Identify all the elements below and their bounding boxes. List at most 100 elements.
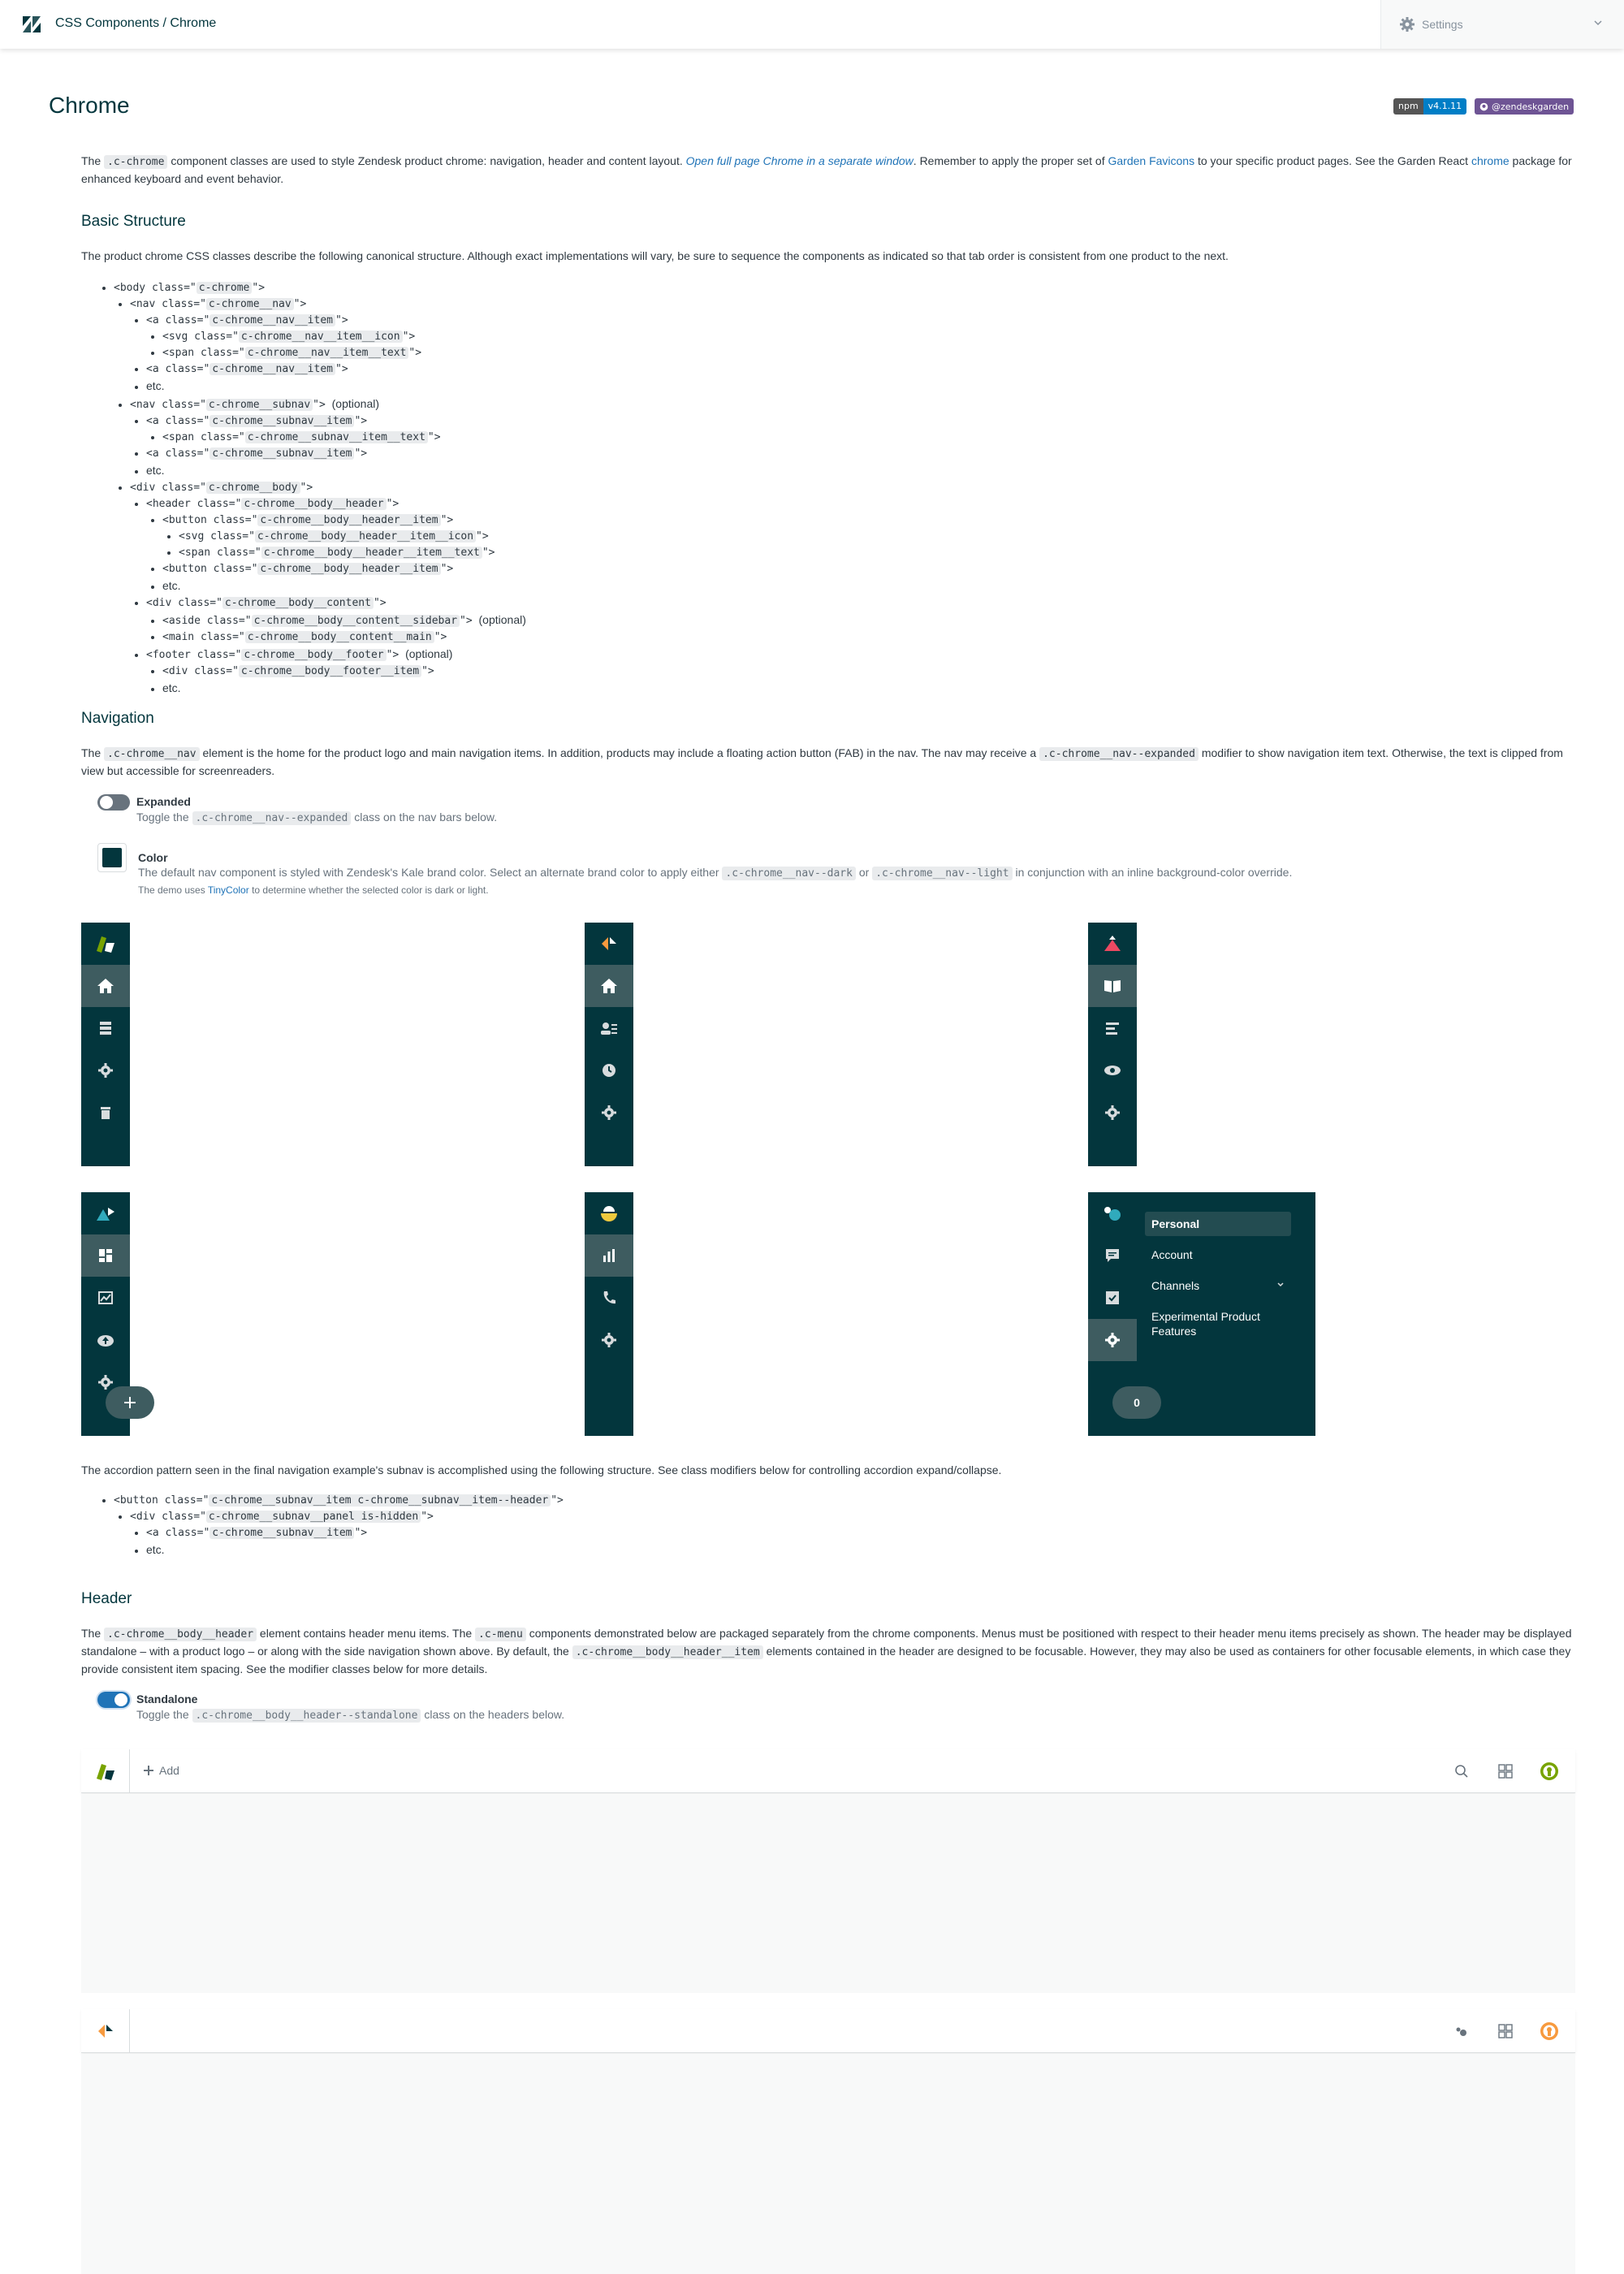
- tree-code: c-chrome__body__header__item__icon: [254, 530, 477, 543]
- nav-item-dashboard[interactable]: [81, 1234, 130, 1277]
- intro-text: The: [81, 154, 105, 167]
- nav-item-admin[interactable]: [1088, 1319, 1137, 1361]
- fab-count-button[interactable]: 0: [1112, 1386, 1161, 1419]
- nav-item-stats[interactable]: [585, 1234, 633, 1277]
- expanded-toggle[interactable]: [97, 794, 130, 811]
- hint-text: or: [855, 866, 873, 879]
- header-search-button[interactable]: [1452, 1762, 1471, 1781]
- header-product-logo[interactable]: [81, 1749, 130, 1793]
- nav-item-admin[interactable]: [1088, 1092, 1137, 1134]
- tree-item: <svg class="c-chrome__body__header__item…: [179, 529, 526, 545]
- tree-item: <nav class="c-chrome__nav"> <a class="c-…: [130, 296, 526, 396]
- nav-item-knowledge[interactable]: [1088, 965, 1137, 1007]
- nav-item-upload[interactable]: [81, 1319, 130, 1361]
- npm-badge[interactable]: npm v4.1.11: [1393, 98, 1467, 115]
- subnav-item-channels[interactable]: Channels: [1145, 1273, 1291, 1298]
- trash-icon: [101, 1107, 110, 1119]
- header-user-avatar[interactable]: [1540, 2021, 1559, 2041]
- header-add-button[interactable]: Add: [143, 1764, 179, 1777]
- nav-item-arrange[interactable]: [1088, 1007, 1137, 1049]
- nav-item-home[interactable]: [81, 965, 130, 1007]
- nav-item-trash[interactable]: [81, 1092, 130, 1134]
- nav-product-logo[interactable]: [81, 923, 130, 965]
- standalone-toggle[interactable]: [97, 1692, 130, 1708]
- tree-item: <button class="c-chrome__body__header__i…: [162, 561, 526, 577]
- gear-icon: [1400, 17, 1415, 32]
- hint-code: .c-chrome__body__header--standalone: [192, 1709, 421, 1723]
- gear-icon: [98, 1375, 113, 1390]
- tree-item: <a class="c-chrome__nav__item">: [146, 361, 526, 378]
- header-demo-body-1: [81, 1794, 1575, 1993]
- tree-code: c-chrome__body__content: [222, 597, 374, 609]
- nav-item-admin[interactable]: [585, 1319, 633, 1361]
- nav-product-logo[interactable]: [585, 923, 633, 965]
- settings-dropdown[interactable]: Settings: [1380, 0, 1624, 49]
- views-icon: [100, 1022, 111, 1035]
- nav-item-admin[interactable]: [81, 1049, 130, 1092]
- subnav-item-experimental[interactable]: Experimental Product Features: [1145, 1304, 1275, 1343]
- tree-code: c-chrome__nav__item__icon: [238, 331, 403, 343]
- clock-icon: [603, 1064, 615, 1077]
- header-status-button[interactable]: [1452, 2021, 1471, 2041]
- react-chrome-link[interactable]: chrome: [1471, 154, 1510, 167]
- full-page-link[interactable]: Open full page Chrome in a separate wind…: [686, 154, 914, 167]
- header-apps-button[interactable]: [1496, 1762, 1515, 1781]
- nav-item-reports[interactable]: [81, 1277, 130, 1319]
- hint-text: class on the nav bars below.: [351, 811, 498, 824]
- tree-item: <span class="c-chrome__body__header__ite…: [179, 545, 526, 561]
- header-user-avatar[interactable]: [1540, 1762, 1559, 1781]
- tree-code: c-chrome__nav__item: [209, 314, 335, 326]
- nav-item-messages[interactable]: [1088, 1234, 1137, 1277]
- nav-item-views[interactable]: [81, 1007, 130, 1049]
- github-badge[interactable]: @zendeskgarden: [1475, 98, 1574, 115]
- book-open-icon: [1104, 980, 1121, 992]
- subnav-item-channels-label: Channels: [1151, 1279, 1200, 1292]
- nav-item-calls[interactable]: [585, 1277, 633, 1319]
- tree-item: <main class="c-chrome__body__content__ma…: [162, 629, 526, 646]
- tree-code: c-chrome__body__footer: [241, 649, 387, 661]
- navigation-code: .c-chrome__nav: [104, 747, 200, 761]
- favicons-link[interactable]: Garden Favicons: [1108, 154, 1194, 167]
- tinycolor-link[interactable]: TinyColor: [208, 884, 249, 896]
- dashboard-icon: [99, 1249, 112, 1262]
- tree-item: <button class="c-chrome__body__header__i…: [162, 512, 526, 561]
- tree-etc: etc.: [146, 1543, 165, 1556]
- tree-item: etc.: [146, 378, 526, 396]
- nav-item-tasks[interactable]: [1088, 1277, 1137, 1319]
- nav-demo-talk: [585, 1192, 633, 1436]
- nav-item-home[interactable]: [585, 965, 633, 1007]
- guide-logo-icon: [1104, 936, 1121, 951]
- header-product-logo[interactable]: [81, 2009, 130, 2053]
- tree-code: c-chrome__body__footer__item: [238, 665, 422, 677]
- avatar-icon: [1540, 2022, 1558, 2040]
- nav-product-logo[interactable]: [585, 1192, 633, 1234]
- color-picker-swatch[interactable]: [97, 843, 127, 872]
- nav-item-history[interactable]: [585, 1049, 633, 1092]
- subnav-item-account[interactable]: Account: [1145, 1243, 1291, 1267]
- fab-add-button[interactable]: [106, 1386, 154, 1419]
- tree-item: <span class="c-chrome__nav__item__text">: [162, 345, 526, 361]
- structure-tree: <body class="c-chrome"> <nav class="c-ch…: [81, 280, 526, 698]
- tree-code: c-chrome__subnav__item: [209, 1527, 355, 1539]
- nav-product-logo[interactable]: [1088, 1192, 1137, 1234]
- toggle-knob: [100, 796, 113, 809]
- subnav-item-personal[interactable]: Personal: [1145, 1212, 1291, 1236]
- nav-item-admin[interactable]: [585, 1092, 633, 1134]
- grid-icon: [1498, 1764, 1513, 1779]
- hint-text: Toggle the: [136, 1708, 192, 1721]
- header-apps-button[interactable]: [1496, 2021, 1515, 2041]
- nav-item-visitors[interactable]: [585, 1007, 633, 1049]
- connect-logo-icon: [1104, 1207, 1121, 1221]
- header-text: element contains header menu items. The: [257, 1627, 476, 1640]
- intro-text: to your specific product pages. See the …: [1194, 154, 1471, 167]
- tree-code: c-chrome__subnav: [205, 399, 313, 411]
- nav-product-logo[interactable]: [81, 1192, 130, 1234]
- support-logo-icon: [96, 1764, 114, 1780]
- breadcrumb-title[interactable]: CSS Components / Chrome: [55, 16, 216, 31]
- plus-icon: [124, 1397, 136, 1408]
- tree-optional: (optional): [331, 397, 380, 410]
- nav-item-preview[interactable]: [1088, 1049, 1137, 1092]
- nav-demo-guide: [1088, 923, 1137, 1166]
- nav-product-logo[interactable]: [1088, 923, 1137, 965]
- chat-logo-icon: [97, 2025, 113, 2038]
